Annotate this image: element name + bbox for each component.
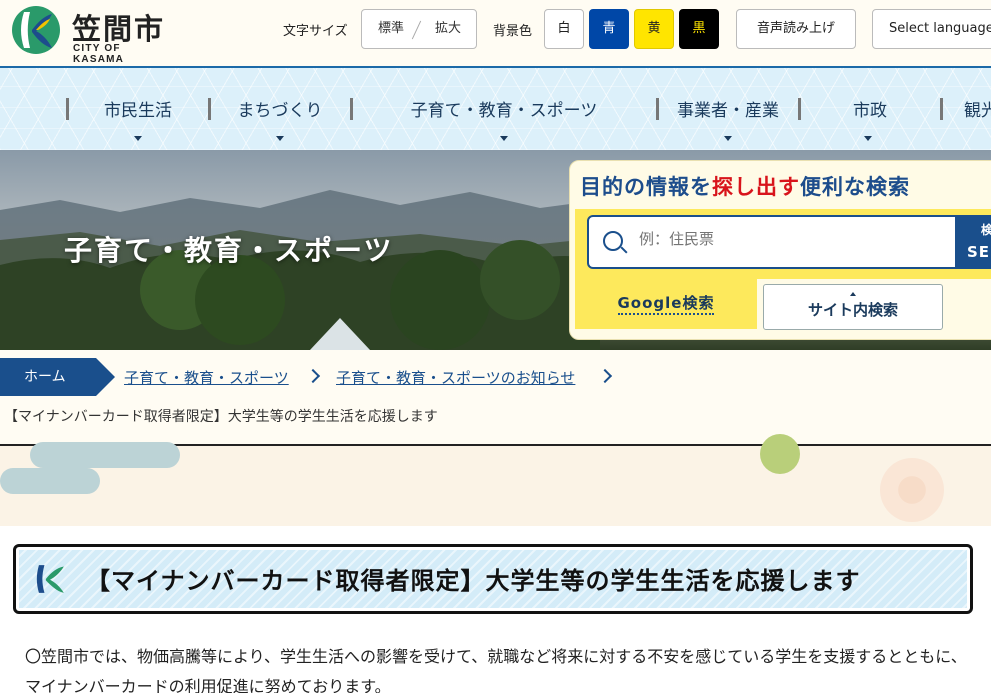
tab-site-search[interactable]: サイト内検索: [763, 284, 943, 330]
main-content: 【マイナンバーカード取得者限定】大学生等の学生生活を応援します 〇笠間市では、物…: [0, 526, 991, 693]
chrysanthemum-decoration: [880, 458, 944, 522]
caret-down-icon: [500, 136, 508, 141]
nav-item-town[interactable]: まちづくり: [214, 96, 346, 126]
nav-separator: [656, 98, 659, 120]
breadcrumb: ホーム 子育て・教育・スポーツ 子育て・教育・スポーツのお知らせ 【マイナンバー…: [0, 350, 991, 446]
nav-item-business[interactable]: 事業者・産業: [662, 96, 794, 126]
logo-subtitle: CITY OF KASAMA: [73, 43, 125, 65]
bg-blue-button[interactable]: 青: [589, 9, 629, 49]
kasama-logo-icon: [36, 565, 64, 593]
chevron-right-icon: [597, 368, 613, 384]
font-standard-button[interactable]: 標準: [368, 10, 414, 48]
tab-google-search[interactable]: Google検索: [575, 279, 757, 329]
language-select[interactable]: Select language: [872, 9, 991, 49]
chevron-right-icon: [305, 368, 321, 384]
nav-item-tourism[interactable]: 観光: [964, 96, 991, 126]
search-input[interactable]: [639, 230, 939, 248]
chestnut-decoration: [760, 434, 800, 474]
caret-down-icon: [134, 136, 142, 141]
bg-color-label: 背景色: [493, 24, 533, 39]
nav-separator: [350, 98, 353, 120]
breadcrumb-link[interactable]: 子育て・教育・スポーツのお知らせ: [336, 367, 575, 388]
breadcrumb-current: 【マイナンバーカード取得者限定】大学生等の学生生活を応援します: [4, 409, 438, 425]
search-box: 目的の情報を探し出す便利な検索 検 SE Google検索 サイト内検索: [569, 160, 991, 340]
kasama-logo-icon: [12, 6, 60, 54]
font-size-group: 標準 拡大: [361, 9, 477, 49]
font-size-label: 文字サイズ: [283, 24, 348, 39]
search-field[interactable]: [587, 215, 957, 269]
global-nav: 市民生活 まちづくり 子育て・教育・スポーツ 事業者・産業 市政 観光: [0, 66, 991, 150]
nav-separator: [208, 98, 211, 120]
decorative-band: [0, 434, 991, 526]
bg-yellow-button[interactable]: 黄: [634, 9, 674, 49]
cloud-decoration: [0, 468, 100, 494]
bg-white-button[interactable]: 白: [544, 9, 584, 49]
page-title: 【マイナンバーカード取得者限定】大学生等の学生生活を応援します: [86, 567, 861, 595]
bg-black-button[interactable]: 黒: [679, 9, 719, 49]
page-title-box: 【マイナンバーカード取得者限定】大学生等の学生生活を応援します: [13, 544, 973, 614]
search-submit-button[interactable]: 検 SE: [957, 215, 991, 269]
nav-item-living[interactable]: 市民生活: [72, 96, 204, 126]
cloud-decoration: [30, 442, 180, 468]
nav-separator: [798, 98, 801, 120]
logo-name: 笠間市: [72, 12, 166, 46]
breadcrumb-link[interactable]: 子育て・教育・スポーツ: [124, 367, 289, 388]
site-header: 笠間市 CITY OF KASAMA 文字サイズ 標準 拡大 背景色 白 青 黄…: [0, 0, 991, 66]
body-paragraph: 〇笠間市では、物価高騰等により、学生生活への影響を受けて、就職など将来に対する不…: [25, 647, 967, 693]
read-aloud-button[interactable]: 音声読み上げ: [736, 9, 856, 49]
nav-separator: [66, 98, 69, 120]
caret-down-icon: [724, 136, 732, 141]
search-heading: 目的の情報を探し出す便利な検索: [580, 175, 910, 199]
nav-item-child-education-sports[interactable]: 子育て・教育・スポーツ: [356, 96, 652, 126]
breadcrumb-home[interactable]: ホーム: [0, 358, 115, 396]
nav-separator: [940, 98, 943, 120]
search-icon: [603, 231, 623, 251]
caret-down-icon: [276, 136, 284, 141]
caret-down-icon: [864, 136, 872, 141]
site-logo[interactable]: 笠間市 CITY OF KASAMA: [10, 4, 170, 65]
hero-title: 子育て・教育・スポーツ: [64, 234, 394, 267]
nav-item-city-admin[interactable]: 市政: [804, 96, 936, 126]
font-large-button[interactable]: 拡大: [424, 10, 472, 48]
